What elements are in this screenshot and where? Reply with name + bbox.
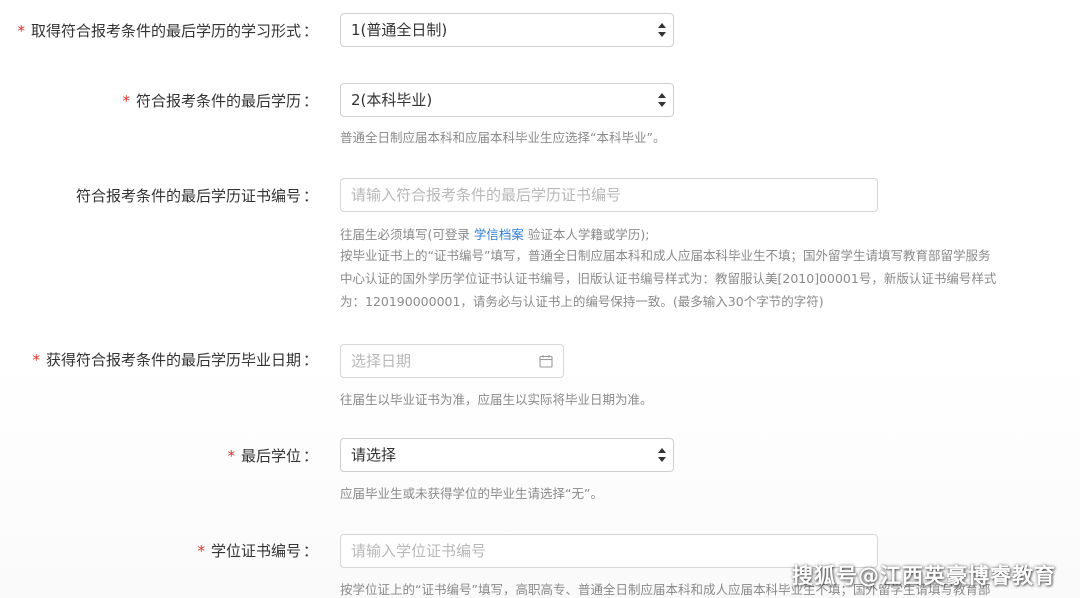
calendar-icon[interactable] [539, 354, 553, 368]
last-degree-hint: 应届毕业生或未获得学位的毕业生请选择“无”。 [340, 486, 603, 501]
certificate-number-hint-line2: 按毕业证书上的“证书编号”填写，普通全日制应届本科和成人应届本科毕业生不填；国外… [340, 248, 991, 263]
degree-certificate-label-text: 学位证书编号 [210, 542, 301, 560]
study-form-label: * 取得符合报考条件的最后学历的学习形式： [17, 21, 318, 41]
certificate-number-input[interactable]: 请输入符合报考条件的最后学历证书编号 [340, 178, 878, 212]
label-colon: ： [302, 542, 318, 560]
graduation-date-picker[interactable]: 选择日期 [340, 344, 564, 378]
label-colon: ： [302, 187, 318, 205]
graduation-date-placeholder: 选择日期 [351, 352, 412, 370]
xuexin-archive-link[interactable]: 学信档案 [474, 227, 524, 242]
graduation-date-hint: 往届生以毕业证书为准，应届生以实际将毕业日期为准。 [340, 392, 653, 407]
last-education-label: * 符合报考条件的最后学历： [122, 91, 318, 111]
up-down-arrows-icon [658, 23, 666, 37]
certificate-number-label-text: 符合报考条件的最后学历证书编号 [75, 187, 301, 205]
required-mark: * [122, 92, 130, 110]
graduation-date-label-text: 获得符合报考条件的最后学历毕业日期 [45, 351, 301, 369]
form-row-last-degree: * 最后学位： 请选择 应届毕业生或未获得学位的毕业生请选择“无”。 [0, 438, 1080, 508]
last-degree-select[interactable]: 请选择 [340, 438, 674, 472]
hint-text: 往届生必须填写(可登录 [340, 227, 470, 242]
last-education-label-text: 符合报考条件的最后学历 [135, 92, 301, 110]
form-row-last-education: * 符合报考条件的最后学历： 2(本科毕业) 普通全日制应届本科和应届本科毕业生应… [0, 83, 1080, 153]
graduation-date-label: * 获得符合报考条件的最后学历毕业日期： [32, 350, 318, 370]
label-colon: ： [302, 22, 318, 40]
degree-certificate-placeholder: 请输入学位证书编号 [351, 542, 487, 560]
certificate-number-placeholder: 请输入符合报考条件的最后学历证书编号 [351, 186, 622, 204]
last-education-hint: 普通全日制应届本科和应届本科毕业生应选择“本科毕业”。 [340, 130, 666, 145]
required-mark: * [32, 351, 40, 369]
form-row-study-form: * 取得符合报考条件的最后学历的学习形式： 1(普通全日制) [0, 13, 1080, 49]
form-row-graduation-date: * 获得符合报考条件的最后学历毕业日期： 选择日期 往届生以毕业证书为准，应届生以… [0, 344, 1080, 414]
last-education-select-value: 2(本科毕业) [351, 91, 433, 109]
certificate-number-hint-line1: 往届生必须填写(可登录 学信档案 验证本人学籍或学历); [340, 224, 650, 245]
degree-certificate-label: * 学位证书编号： [197, 541, 318, 561]
study-form-label-text: 取得符合报考条件的最后学历的学习形式 [30, 22, 301, 40]
registration-form-page: * 取得符合报考条件的最后学历的学习形式： 1(普通全日制) * 符合报考条件的最后… [0, 0, 1080, 598]
certificate-number-label: 符合报考条件的最后学历证书编号： [76, 186, 318, 206]
study-form-select-value: 1(普通全日制) [351, 21, 448, 39]
label-colon: ： [302, 92, 318, 110]
last-degree-select-value: 请选择 [351, 446, 397, 464]
certificate-number-hint-line4: 为：120190000001，请务必与认证书上的编号保持一致。(最多输入30个字… [340, 294, 824, 309]
required-mark: * [197, 542, 205, 560]
certificate-number-hint-line3: 中心认证的国外学历学位证书认证书编号，旧版认证书编号样式为：教留服认美[2010… [340, 271, 997, 286]
last-education-select[interactable]: 2(本科毕业) [340, 83, 674, 117]
up-down-arrows-icon [658, 93, 666, 107]
label-colon: ： [302, 447, 318, 465]
study-form-select[interactable]: 1(普通全日制) [340, 13, 674, 47]
label-colon: ： [302, 351, 318, 369]
up-down-arrows-icon [658, 448, 666, 462]
watermark-text: 搜狐号@江西英豪博睿教育 [792, 564, 1056, 588]
required-mark: * [227, 447, 235, 465]
last-degree-label-text: 最后学位 [240, 447, 301, 465]
hint-text: 验证本人学籍或学历); [527, 227, 650, 242]
required-mark: * [17, 22, 25, 40]
form-row-certificate-number: 符合报考条件的最后学历证书编号： 请输入符合报考条件的最后学历证书编号 往届生必… [0, 178, 1080, 318]
last-degree-label: * 最后学位： [227, 446, 318, 466]
